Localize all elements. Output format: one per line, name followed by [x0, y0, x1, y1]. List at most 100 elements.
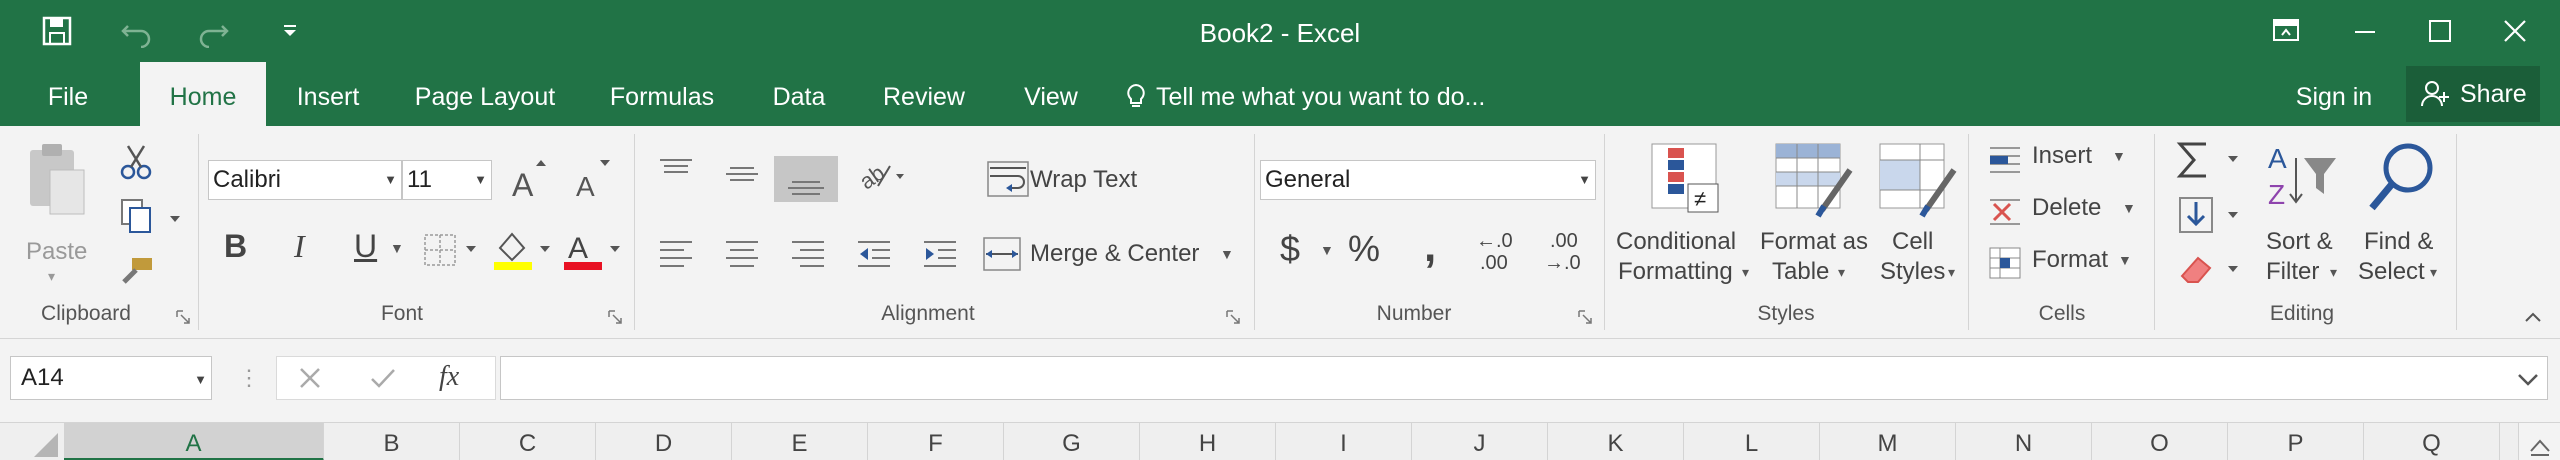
tab-data[interactable]: Data [764, 62, 834, 126]
format-cells-button[interactable]: Format ▼ [1988, 244, 2138, 284]
column-header-e[interactable]: E [732, 423, 868, 460]
column-header-d[interactable]: D [596, 423, 732, 460]
wrap-text-icon[interactable] [986, 160, 1032, 200]
column-header-b[interactable]: B [324, 423, 460, 460]
conditional-label-1: Conditional [1616, 228, 1737, 255]
column-header-j[interactable]: J [1412, 423, 1548, 460]
title-bar: Book2 - Excel [0, 0, 2560, 62]
tab-home[interactable]: Home [140, 62, 266, 126]
align-center-icon[interactable] [722, 234, 762, 274]
decrease-indent-icon[interactable] [854, 234, 894, 274]
decrease-font-size-button[interactable]: A [572, 156, 612, 202]
insert-cells-button[interactable]: Insert ▼ [1988, 140, 2128, 180]
format-painter-icon[interactable] [116, 250, 156, 290]
copy-icon[interactable] [116, 196, 180, 236]
formula-input[interactable] [500, 356, 2548, 400]
cut-icon[interactable] [116, 142, 156, 182]
select-all-button[interactable] [0, 423, 65, 460]
alignment-launcher-icon[interactable] [1226, 310, 1240, 324]
column-header-m[interactable]: M [1820, 423, 1956, 460]
increase-font-size-button[interactable]: A [508, 156, 548, 203]
fill-color-button[interactable] [492, 226, 554, 274]
format-as-table-button[interactable]: Format as Table ▾ [1754, 138, 1868, 298]
autosum-button[interactable] [2176, 138, 2244, 182]
number-launcher-icon[interactable] [1578, 310, 1592, 324]
tab-file[interactable]: File [28, 62, 108, 126]
tell-me-search[interactable]: Tell me what you want to do... [1156, 62, 1485, 126]
sign-in-link[interactable]: Sign in [2292, 62, 2376, 126]
merge-dropdown-icon[interactable]: ▼ [1220, 246, 1234, 262]
increase-indent-icon[interactable] [920, 234, 960, 274]
tab-page-layout[interactable]: Page Layout [410, 62, 560, 126]
column-header-o[interactable]: O [2092, 423, 2228, 460]
merge-center-icon[interactable] [982, 236, 1024, 274]
ribbon-display-options-icon[interactable] [2270, 16, 2302, 46]
insert-function-button[interactable]: fx [439, 361, 479, 395]
orientation-icon[interactable]: ab [855, 154, 908, 194]
scroll-up-icon[interactable] [2518, 423, 2560, 460]
font-size-combo[interactable]: 11 ▼ [402, 160, 492, 200]
conditional-formatting-button[interactable]: ≠ Conditional Formatting ▾ [1614, 138, 1762, 298]
column-header-a[interactable]: A [64, 423, 324, 460]
top-align-icon[interactable] [656, 154, 696, 194]
formula-bar-grip-icon: ⋮ [238, 365, 260, 390]
align-left-icon[interactable] [656, 234, 696, 274]
column-header-i[interactable]: I [1276, 423, 1412, 460]
clipboard-launcher-icon[interactable] [176, 310, 190, 324]
find-select-button[interactable]: Find & Select ▾ [2354, 138, 2448, 298]
number-format-combo[interactable]: General ▼ [1260, 160, 1596, 200]
bottom-align-icon[interactable] [774, 156, 838, 202]
sort-filter-button[interactable]: AZ Sort & Filter ▾ [2258, 138, 2348, 298]
comma-style-button[interactable]: , [1424, 222, 1454, 271]
maximize-icon[interactable] [2425, 16, 2455, 46]
tab-review[interactable]: Review [876, 62, 972, 126]
column-header-f[interactable]: F [868, 423, 1004, 460]
svg-text:≠: ≠ [1694, 186, 1706, 211]
increase-decimal-button[interactable]: ←.0 .00 [1476, 230, 1526, 280]
middle-align-icon[interactable] [722, 154, 762, 194]
tab-formulas[interactable]: Formulas [600, 62, 724, 126]
svg-text:A: A [568, 232, 588, 265]
fill-button[interactable] [2176, 194, 2244, 238]
merge-center-label[interactable]: Merge & Center [1030, 240, 1199, 268]
bold-button[interactable]: B [224, 228, 260, 272]
column-header-l[interactable]: L [1684, 423, 1820, 460]
align-right-icon[interactable] [788, 234, 828, 274]
clear-button[interactable] [2176, 248, 2244, 292]
tab-view[interactable]: View [1014, 62, 1088, 126]
font-launcher-icon[interactable] [608, 310, 622, 324]
percent-button[interactable]: % [1348, 228, 1388, 274]
chevron-down-icon: ▾ [1742, 264, 1750, 280]
column-header-g[interactable]: G [1004, 423, 1140, 460]
share-button[interactable]: Share [2406, 66, 2540, 122]
column-header-h[interactable]: H [1140, 423, 1276, 460]
currency-dropdown-icon[interactable]: ▼ [1320, 242, 1334, 258]
column-header-c[interactable]: C [460, 423, 596, 460]
delete-cells-label: Delete [2032, 194, 2102, 221]
column-header-p[interactable]: P [2228, 423, 2364, 460]
column-header-n[interactable]: N [1956, 423, 2092, 460]
borders-button[interactable] [422, 232, 482, 268]
editing-group-label: Editing [2269, 302, 2335, 325]
name-box[interactable]: A14 ▼ [10, 356, 212, 400]
minimize-icon[interactable] [2350, 16, 2380, 46]
tab-insert[interactable]: Insert [288, 62, 368, 126]
decrease-decimal-button[interactable]: .00 →.0 [1544, 230, 1594, 280]
font-name-combo[interactable]: Calibri ▼ [208, 160, 402, 200]
cell-styles-button[interactable]: Cell Styles ▾ [1872, 138, 1962, 298]
paste-button[interactable]: Paste ▾ [18, 140, 94, 290]
font-color-button[interactable]: A [562, 226, 624, 274]
italic-button[interactable]: I [294, 228, 330, 272]
underline-dropdown-icon[interactable]: ▼ [390, 240, 404, 256]
underline-button[interactable]: U [354, 228, 384, 272]
close-icon[interactable] [2500, 16, 2530, 46]
column-header-k[interactable]: K [1548, 423, 1684, 460]
cancel-icon[interactable] [297, 365, 323, 391]
wrap-text-label[interactable]: Wrap Text [1030, 166, 1137, 194]
delete-cells-button[interactable]: Delete ▼ [1988, 192, 2138, 232]
currency-button[interactable]: $ [1280, 228, 1310, 274]
enter-icon[interactable] [369, 365, 397, 391]
column-header-q[interactable]: Q [2364, 423, 2500, 460]
expand-formula-bar-icon[interactable] [2516, 369, 2540, 389]
collapse-ribbon-icon[interactable] [2524, 310, 2542, 324]
